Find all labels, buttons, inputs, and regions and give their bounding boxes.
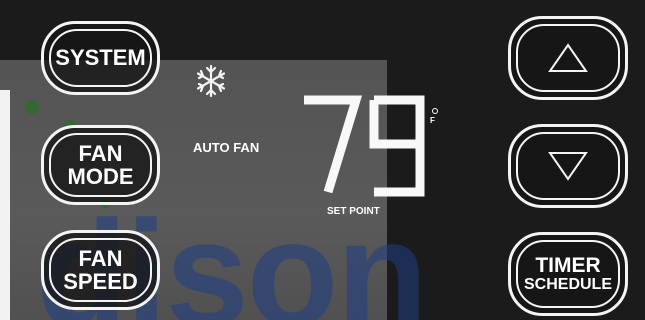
temperature-unit: F (430, 116, 435, 125)
system-button-label: SYSTEM (55, 45, 146, 71)
fan-speed-button[interactable]: FAN SPEED (41, 230, 160, 310)
schedule-label: SCHEDULE (523, 275, 612, 293)
triangle-up-icon (548, 43, 588, 72)
temperature-down-button[interactable] (508, 124, 628, 208)
fan-mode-button[interactable]: FAN MODE (41, 125, 160, 205)
snowflake-icon (196, 64, 226, 98)
fan-mode-label-line2: MODE (67, 164, 134, 189)
thermostat-panel: dison SYSTEM FAN MODE FAN SPEED TIMER SC… (0, 0, 645, 320)
fan-speed-label-line1: FAN (78, 245, 123, 271)
background-edge (0, 90, 10, 320)
fan-mode-status: AUTO FAN (193, 140, 260, 155)
timer-label: TIMER (535, 253, 601, 277)
fan-mode-label-line1: FAN (78, 140, 123, 166)
fan-speed-label-line2: SPEED (63, 269, 138, 294)
temperature-up-button[interactable] (508, 16, 628, 100)
set-point-label: SET POINT (327, 206, 380, 217)
background-dot (25, 100, 39, 114)
temperature-display (304, 95, 425, 197)
degree-symbol (432, 108, 438, 114)
system-button[interactable]: SYSTEM (41, 21, 160, 95)
timer-schedule-button[interactable]: TIMER SCHEDULE (508, 232, 628, 316)
triangle-down-icon (548, 152, 588, 181)
